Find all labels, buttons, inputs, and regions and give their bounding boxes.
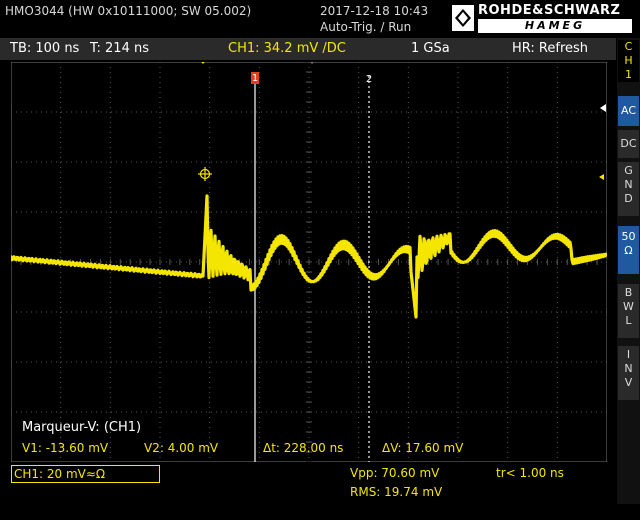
datetime: 2017-12-18 10:43	[320, 4, 429, 18]
bwl-letter-b: B	[624, 286, 633, 299]
brand-logo: ROHDE&SCHWARZ HAMEG	[452, 3, 638, 33]
cursor-v2: V2: 4.00 mV	[144, 441, 219, 455]
ohm-symbol: Ω	[624, 244, 633, 257]
brand-top: ROHDE&SCHWARZ	[478, 3, 621, 18]
acquisition-mode[interactable]: HR: Refresh	[512, 41, 588, 56]
measure-rms: RMS: 19.74 mV	[350, 485, 443, 499]
measure-risetime: tr< 1.00 ns	[496, 466, 564, 480]
gnd-letter-g: G	[624, 164, 633, 177]
cursor-delta-t: Δt: 228.00 ns	[263, 441, 344, 455]
info-bar: TB: 100 ns T: 214 ns CH1: 34.2 mV /DC 1 …	[0, 38, 616, 60]
cursor-v1: V1: -13.60 mV	[22, 441, 109, 455]
cursor-readout-title: Marqueur-V: (CH1)	[22, 420, 142, 435]
bwl-letter-w: W	[623, 300, 634, 313]
waveform-display[interactable]: 1 2 1	[11, 62, 607, 462]
bwl-letter-l: L	[625, 314, 632, 327]
sample-rate: 1 GSa	[411, 41, 450, 56]
measure-vpp: Vpp: 70.60 mV	[350, 466, 440, 480]
channel-title-1: 1	[625, 68, 632, 81]
channel-panel: C H 1 AC DC G N D 50 Ω B W L I N V	[617, 38, 640, 504]
brand-bottom: HAMEG	[478, 19, 632, 33]
impedance-50ohm-button[interactable]: 50 Ω	[618, 226, 639, 274]
time-offset[interactable]: T: 214 ns	[90, 41, 149, 56]
trigger-status: Auto-Trig. / Run	[320, 20, 412, 34]
ch1-scale-box[interactable]: CH1: 20 mV≈Ω	[11, 465, 160, 483]
timebase[interactable]: TB: 100 ns	[10, 41, 79, 56]
gnd-letter-n: N	[624, 178, 633, 191]
rs-badge-icon	[452, 5, 474, 31]
channel-title: C H 1	[618, 40, 639, 82]
coupling-ac-button[interactable]: AC	[618, 96, 639, 126]
inv-letter-v: V	[624, 376, 633, 389]
channel-title-h: H	[624, 54, 633, 67]
impedance-value: 50	[621, 230, 636, 243]
bandwidth-limit-button[interactable]: B W L	[618, 284, 639, 338]
coupling-dc-button[interactable]: DC	[618, 130, 639, 158]
cursor-1-label: 1	[252, 73, 258, 84]
device-info: HMO3044 (HW 0x10111000; SW 05.002)	[5, 4, 252, 18]
cursor-delta-v: ΔV: 17.60 mV	[382, 441, 464, 455]
inv-letter-n: N	[624, 362, 633, 375]
inv-letter-i: I	[626, 348, 631, 361]
channel-setting[interactable]: CH1: 34.2 mV /DC	[228, 41, 346, 56]
channel-title-c: C	[624, 40, 633, 53]
coupling-gnd-button[interactable]: G N D	[618, 162, 639, 216]
gnd-letter-d: D	[624, 192, 633, 205]
invert-button[interactable]: I N V	[618, 346, 639, 400]
cursor-2-label: 2	[366, 74, 372, 85]
title-bar: HMO3044 (HW 0x10111000; SW 05.002) 2017-…	[0, 0, 640, 36]
